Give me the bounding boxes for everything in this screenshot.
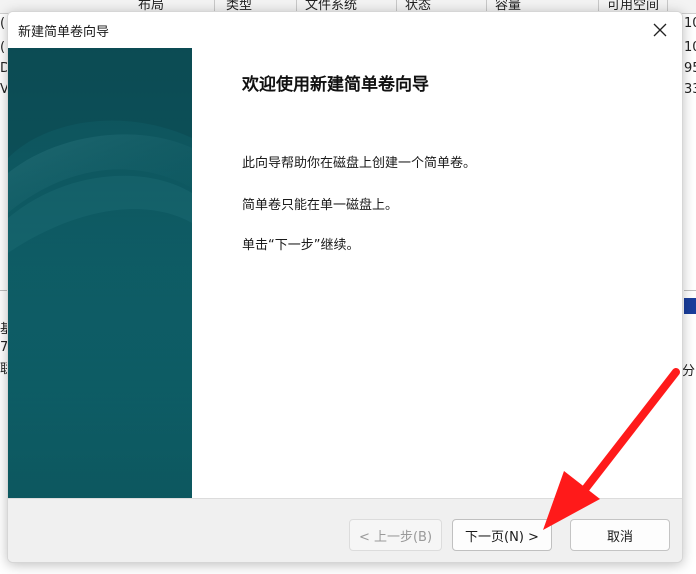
banner-swoosh-graphic: [8, 48, 192, 498]
new-simple-volume-wizard: 新建简单卷向导 欢迎使用新建简单卷向导 此向导帮助你在磁盘上创建一个简单卷。 简…: [7, 11, 683, 563]
volume-row-fragment[interactable]: (: [0, 16, 5, 31]
button-bar: < 上一步(B) 下一页(N) > 取消: [8, 498, 682, 562]
capacity-fragment: 95: [684, 61, 696, 76]
capacity-fragment: 33: [684, 82, 696, 97]
description-text: 此向导帮助你在磁盘上创建一个简单卷。: [242, 156, 477, 171]
close-button[interactable]: [638, 12, 682, 48]
title-bar[interactable]: 新建简单卷向导: [8, 12, 682, 48]
wizard-heading: 欢迎使用新建简单卷向导: [242, 75, 429, 95]
partition-label-fragment: 分(: [682, 364, 696, 379]
disk-bar-fragment: [684, 298, 696, 314]
back-button[interactable]: < 上一步(B): [349, 519, 442, 551]
cancel-button[interactable]: 取消: [570, 519, 670, 551]
window-title: 新建简单卷向导: [18, 25, 110, 40]
close-icon: [653, 23, 667, 37]
description-text: 简单卷只能在单一磁盘上。: [242, 198, 399, 213]
capacity-fragment: 10: [684, 40, 696, 55]
capacity-fragment: 10: [684, 16, 696, 31]
instruction-text: 单击“下一步”继续。: [242, 238, 360, 253]
wizard-content: 欢迎使用新建简单卷向导 此向导帮助你在磁盘上创建一个简单卷。 简单卷只能在单一磁…: [192, 48, 682, 498]
next-button[interactable]: 下一页(N) >: [452, 519, 552, 551]
volume-row-fragment[interactable]: (: [0, 40, 5, 55]
wizard-banner-image: [8, 48, 192, 498]
divider: [684, 290, 696, 291]
